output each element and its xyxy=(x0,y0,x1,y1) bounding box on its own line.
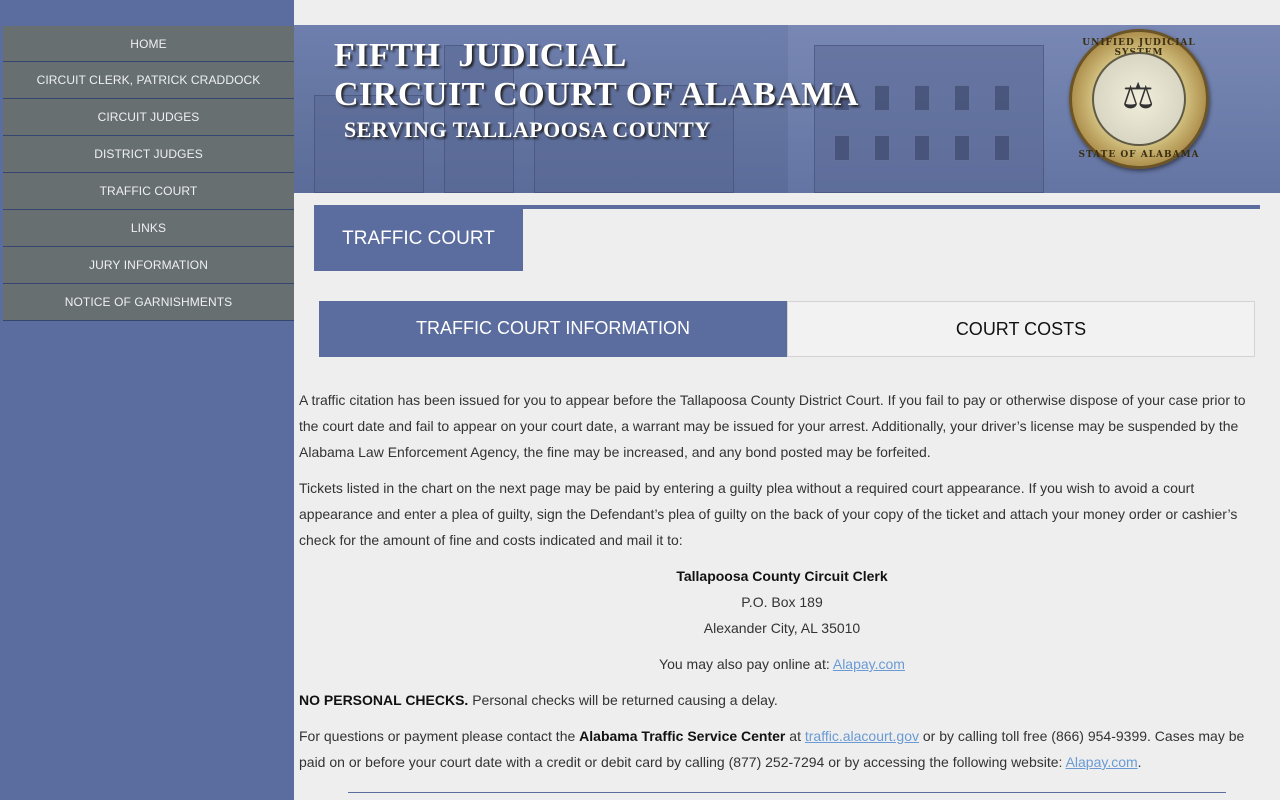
sidebar-item-circuit-clerk[interactable]: CIRCUIT CLERK, PATRICK CRADDOCK xyxy=(3,62,294,99)
questions-end-text: . xyxy=(1137,754,1142,770)
sidebar: HOME CIRCUIT CLERK, PATRICK CRADDOCK CIR… xyxy=(0,0,294,800)
seal-bottom-text: STATE OF ALABAMA xyxy=(1078,150,1200,160)
sidebar-item-notice-of-garnishments[interactable]: NOTICE OF GARNISHMENTS xyxy=(3,284,294,321)
building-window xyxy=(954,85,970,111)
site-subtitle: SERVING TALLAPOOSA COUNTY xyxy=(344,117,711,142)
building-window xyxy=(994,135,1010,161)
no-checks-warning: NO PERSONAL CHECKS. xyxy=(299,692,469,708)
building-window xyxy=(874,85,890,111)
sidebar-item-jury-information[interactable]: JURY INFORMATION xyxy=(3,247,294,284)
sidebar-item-circuit-judges[interactable]: CIRCUIT JUDGES xyxy=(3,99,294,136)
seal-inner-circle: ⚖ xyxy=(1092,52,1186,146)
sidebar-nav: HOME CIRCUIT CLERK, PATRICK CRADDOCK CIR… xyxy=(3,26,294,321)
tab-court-costs[interactable]: COURT COSTS xyxy=(787,301,1255,357)
bottom-divider xyxy=(348,792,1226,793)
sidebar-item-district-judges[interactable]: DISTRICT JUDGES xyxy=(3,136,294,173)
citation-paragraph: A traffic citation has been issued for y… xyxy=(299,392,1246,460)
sidebar-item-home[interactable]: HOME xyxy=(3,26,294,62)
tab-bar: TRAFFIC COURT INFORMATION COURT COSTS xyxy=(319,301,1255,357)
address-city: Alexander City, AL 35010 xyxy=(703,620,861,636)
pay-online-line: You may also pay online at: Alapay.com xyxy=(299,651,1265,677)
building-window xyxy=(874,135,890,161)
no-checks-text: Personal checks will be returned causing… xyxy=(468,692,778,708)
building-window xyxy=(914,135,930,161)
alapay-link[interactable]: Alapay.com xyxy=(833,656,905,672)
building-window xyxy=(954,135,970,161)
questions-paragraph: For questions or payment please contact … xyxy=(299,723,1265,775)
sidebar-item-links[interactable]: LINKS xyxy=(3,210,294,247)
site-title: FIFTH JUDICIAL CIRCUIT COURT OF ALABAMA … xyxy=(334,37,859,145)
tab-panel: A traffic citation has been issued for y… xyxy=(299,387,1265,785)
main-content: TRAFFIC COURT TRAFFIC COURT INFORMATION … xyxy=(294,193,1280,800)
guilty-plea-paragraph: Tickets listed in the chart on the next … xyxy=(299,480,1238,548)
traffic-alacourt-link[interactable]: traffic.alacourt.gov xyxy=(805,728,919,744)
questions-text: For questions or payment please contact … xyxy=(299,728,580,744)
scales-of-justice-icon: ⚖ xyxy=(1122,76,1155,117)
address-name: Tallapoosa County Circuit Clerk xyxy=(676,568,888,584)
tab-traffic-court-information[interactable]: TRAFFIC COURT INFORMATION xyxy=(319,301,787,357)
questions-at-text: at xyxy=(785,728,805,744)
state-seal-logo: UNIFIED JUDICIAL SYSTEM ⚖ STATE OF ALABA… xyxy=(1069,29,1209,169)
pay-online-text: You may also pay online at: xyxy=(659,656,833,672)
address-po-box: P.O. Box 189 xyxy=(741,594,823,610)
page-title: TRAFFIC COURT xyxy=(314,207,523,271)
site-title-line-1: FIFTH JUDICIAL xyxy=(334,37,627,74)
sidebar-item-traffic-court[interactable]: TRAFFIC COURT xyxy=(3,173,294,210)
site-title-line-2: CIRCUIT COURT OF ALABAMA xyxy=(334,76,859,113)
building-window xyxy=(914,85,930,111)
service-center-name: Alabama Traffic Service Center xyxy=(579,728,786,744)
alapay-link-2[interactable]: Alapay.com xyxy=(1066,754,1138,770)
no-checks-line: NO PERSONAL CHECKS. Personal checks will… xyxy=(299,687,1265,713)
building-window xyxy=(994,85,1010,111)
header-banner: FIFTH JUDICIAL CIRCUIT COURT OF ALABAMA … xyxy=(294,25,1280,193)
mailing-address: Tallapoosa County Circuit Clerk P.O. Box… xyxy=(299,563,1265,641)
